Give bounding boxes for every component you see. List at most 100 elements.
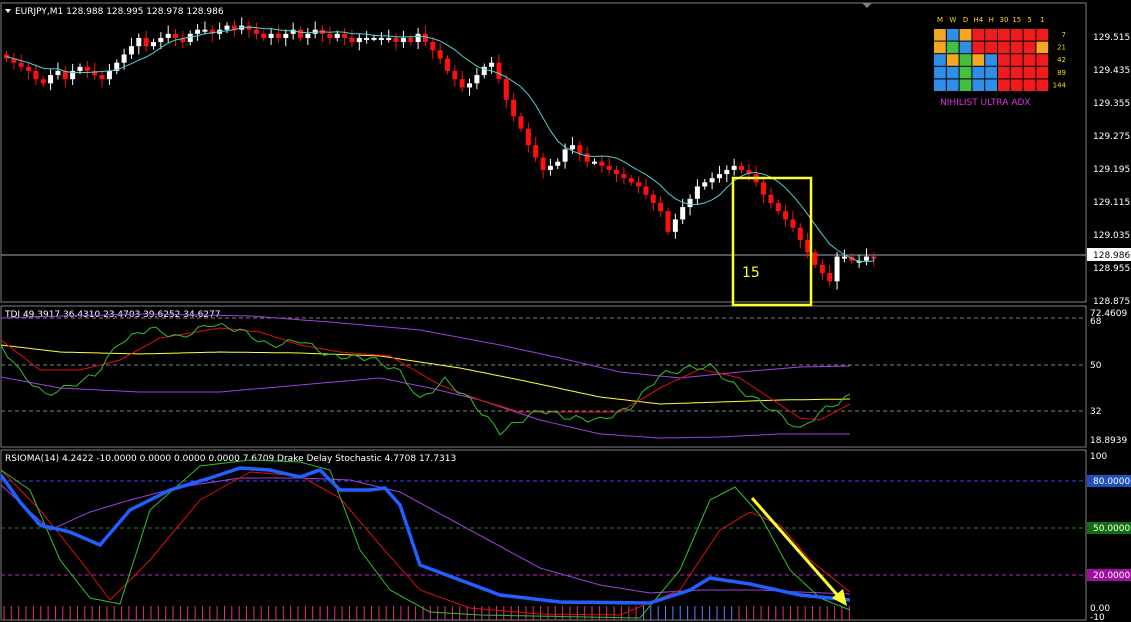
candle-body — [584, 153, 590, 162]
candle-body — [533, 145, 539, 158]
adx-cell — [934, 66, 946, 79]
adx-column-label: 30 — [1000, 16, 1009, 24]
candle-body — [261, 33, 267, 38]
candle-body — [459, 79, 465, 88]
adx-cell — [946, 41, 959, 54]
adx-cell — [985, 66, 997, 79]
candle-body — [599, 161, 605, 166]
adx-cell — [1036, 41, 1049, 54]
candle-body — [569, 145, 575, 150]
adx-period-label: 21 — [1057, 44, 1066, 52]
adx-cell — [1010, 41, 1023, 54]
adx-cell — [946, 54, 959, 66]
candle-body — [18, 62, 24, 67]
candle-body — [621, 174, 627, 179]
candle-body — [268, 33, 274, 38]
adx-cell — [1023, 41, 1036, 54]
adx-column-label: W — [949, 16, 956, 24]
candle-body — [658, 202, 664, 212]
candle-body — [650, 194, 656, 203]
adx-cell — [998, 54, 1010, 66]
adx-cell — [985, 29, 997, 41]
adx-column-label: M — [937, 16, 943, 24]
adx-period-label: 144 — [1053, 81, 1067, 89]
candle-body — [77, 66, 83, 71]
adx-cell — [1023, 29, 1036, 41]
candle-body — [687, 198, 693, 208]
candle-body — [173, 33, 179, 38]
candle-body — [467, 83, 473, 88]
candle-body — [106, 70, 112, 80]
candle-body — [378, 37, 384, 40]
candle-body — [511, 99, 517, 117]
adx-column-label: H4 — [974, 16, 984, 24]
rsioma-tick: 100 — [1090, 452, 1107, 462]
chart-canvas[interactable]: 15 EURJPY,M1 128.988 128.995 128.978 128… — [0, 0, 1131, 622]
candle-body — [761, 182, 767, 195]
adx-cell — [1023, 79, 1036, 91]
rsioma-tick: 80.0000 — [1093, 477, 1130, 487]
adx-cell — [1010, 29, 1023, 41]
candle-body — [731, 165, 737, 170]
candle-body — [202, 29, 208, 32]
adx-cell — [1036, 66, 1049, 79]
adx-period-label: 7 — [1062, 31, 1066, 39]
adx-cell — [1036, 54, 1049, 66]
candle-body — [334, 33, 340, 38]
candle-body — [592, 161, 597, 164]
candle-body — [540, 157, 546, 170]
candle-body — [643, 186, 649, 195]
adx-cell — [1010, 66, 1023, 79]
candle-body — [283, 33, 289, 38]
candle-body — [356, 37, 362, 43]
candle-body — [702, 182, 708, 187]
adx-cell — [946, 79, 959, 91]
candle-body — [408, 37, 414, 43]
adx-cell — [1036, 79, 1049, 91]
candle-body — [672, 219, 678, 232]
candle-body — [739, 165, 744, 170]
adx-period-label: 42 — [1057, 56, 1066, 64]
candle-body — [628, 178, 634, 183]
adx-column-label: 5 — [1027, 16, 1031, 24]
candle-body — [158, 37, 164, 43]
tdi-tick: 50 — [1090, 361, 1102, 371]
price-tick: 129.115 — [1093, 198, 1130, 208]
candle-body — [437, 50, 443, 59]
adx-cell — [934, 41, 946, 54]
candle-body — [305, 33, 311, 38]
candle-body — [636, 182, 642, 187]
candle-body — [709, 178, 715, 183]
candle-body — [812, 252, 818, 265]
price-tick: 129.035 — [1093, 231, 1130, 241]
candle-body — [400, 37, 406, 43]
adx-cell — [998, 29, 1010, 41]
price-tick: 128.955 — [1093, 264, 1130, 274]
highlight-box-label: 15 — [742, 265, 760, 281]
price-tick: 128.875 — [1093, 297, 1130, 307]
candle-body — [452, 70, 458, 80]
adx-cell — [985, 41, 997, 54]
candle-body — [195, 29, 201, 34]
candle-body — [128, 46, 134, 55]
candle-body — [518, 116, 524, 129]
adx-cell — [934, 54, 946, 66]
candle-body — [430, 42, 436, 51]
candle-body — [834, 256, 840, 282]
tdi-tick: 68 — [1090, 317, 1102, 327]
candle-body — [55, 70, 61, 76]
candle-body — [99, 75, 105, 80]
adx-cell — [946, 29, 959, 41]
adx-cell — [1023, 54, 1036, 66]
price-tick: 129.435 — [1093, 66, 1130, 76]
candle-body — [805, 240, 811, 253]
current-price-label: 128.986 — [1093, 251, 1130, 261]
candle-body — [694, 186, 700, 199]
adx-cell — [934, 79, 946, 91]
adx-cell — [959, 79, 972, 91]
candle-body — [783, 211, 789, 220]
candle-body — [275, 33, 281, 38]
candle-body — [415, 33, 421, 43]
candle-body — [224, 25, 230, 30]
candle-body — [393, 37, 399, 43]
